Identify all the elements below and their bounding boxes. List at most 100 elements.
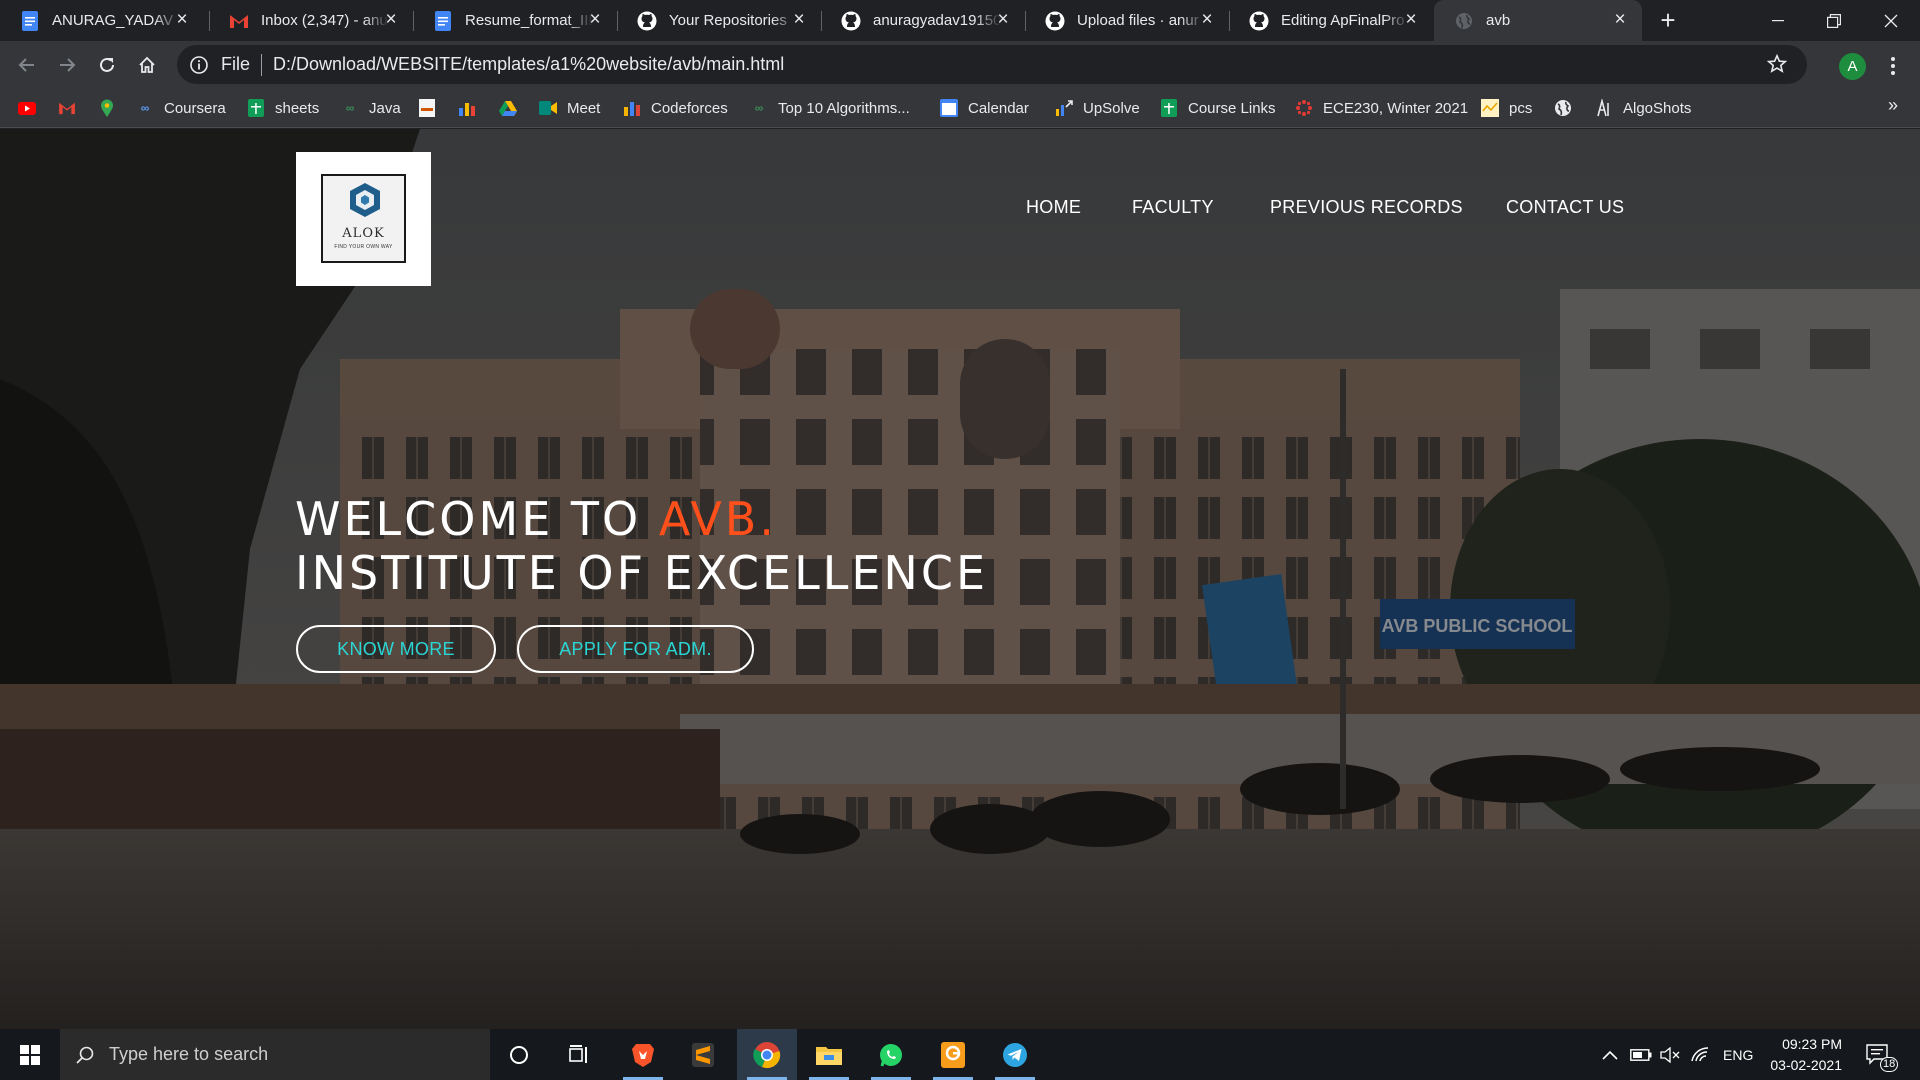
bookmark-top-algorithms[interactable]: ∞ Top 10 Algorithms... [750, 96, 910, 120]
close-icon[interactable]: × [791, 10, 807, 29]
bookmark-coursera[interactable]: ∞ Coursera [136, 96, 226, 120]
bookmark-pcs[interactable]: pcs [1481, 96, 1532, 120]
search-icon [76, 1046, 94, 1064]
pdf-icon[interactable] [923, 1029, 983, 1080]
bookmark-label: Top 10 Algorithms... [778, 99, 910, 117]
windows-start-icon[interactable] [0, 1029, 60, 1080]
tab-title: Your Repositories [669, 12, 787, 29]
bookmark-globe[interactable] [1554, 96, 1582, 120]
bookmark-sheets[interactable]: sheets [247, 96, 319, 120]
bookmark-analytics[interactable] [458, 96, 486, 120]
address-bar[interactable]: File D:/Download/WEBSITE/templates/a1%20… [177, 45, 1807, 84]
bookmark-codeforces[interactable]: Codeforces [623, 96, 728, 120]
home-button[interactable] [132, 50, 162, 80]
link-icon: ∞ [345, 101, 355, 115]
file-explorer-icon[interactable] [799, 1029, 859, 1080]
github-icon [1249, 11, 1269, 31]
bookmark-meet[interactable]: Meet [539, 96, 600, 120]
upsolve-icon [1055, 99, 1073, 117]
nav-home[interactable]: HOME [1026, 197, 1081, 221]
wifi-icon[interactable] [1690, 1029, 1710, 1080]
bookmark-label: UpSolve [1083, 99, 1140, 117]
tab-title: avb [1486, 12, 1511, 29]
close-icon[interactable]: × [587, 10, 603, 29]
bookmark-course-links[interactable]: Course Links [1160, 96, 1276, 120]
tab-8-active[interactable]: avb × [1434, 0, 1642, 41]
tab-2[interactable]: Inbox (2,347) - anu × [209, 0, 413, 41]
whatsapp-icon[interactable] [861, 1029, 921, 1080]
dots-icon [1295, 99, 1313, 117]
volume-muted-icon[interactable] [1660, 1029, 1680, 1080]
battery-icon[interactable] [1630, 1029, 1652, 1080]
globe-icon [1554, 99, 1572, 117]
more-menu-icon[interactable] [1883, 51, 1903, 81]
system-clock[interactable]: 09:23 PM 03-02-2021 [1752, 1034, 1842, 1076]
know-more-button[interactable]: KNOW MORE [296, 625, 496, 673]
close-icon[interactable]: × [174, 10, 190, 29]
gmail-icon [229, 11, 249, 31]
taskbar-search-input[interactable]: Type here to search [60, 1029, 490, 1080]
bookmark-label: Codeforces [651, 99, 728, 117]
tab-5[interactable]: anuragyadav19150 × [821, 0, 1025, 41]
telegram-icon[interactable] [985, 1029, 1045, 1080]
task-view-icon[interactable] [549, 1029, 609, 1080]
back-button[interactable] [12, 50, 42, 80]
notifications-icon[interactable]: 18 [1866, 1029, 1899, 1080]
bookmark-java[interactable]: ∞ Java [341, 96, 401, 120]
tab-1[interactable]: ANURAG_YADAV - × [0, 0, 204, 41]
new-tab-button[interactable]: + [1655, 7, 1681, 34]
tab-7[interactable]: Editing ApFinalPro × [1229, 0, 1433, 41]
bookmark-gmail[interactable] [58, 96, 86, 120]
window-close-button[interactable] [1863, 0, 1919, 41]
tab-title: anuragyadav19150 [873, 12, 1001, 29]
site-logo[interactable]: ALOK FIND YOUR OWN WAY [296, 152, 431, 286]
nav-contact-us[interactable]: CONTACT US [1506, 197, 1624, 221]
bookmark-label: AlgoShots [1623, 99, 1692, 117]
reload-button[interactable] [92, 50, 122, 80]
logo-word: ALOK [342, 226, 385, 241]
close-icon[interactable]: × [1199, 10, 1215, 29]
close-icon[interactable]: × [383, 10, 399, 29]
sublime-icon[interactable] [673, 1029, 733, 1080]
scheme-label: File [221, 54, 251, 74]
close-icon[interactable]: × [995, 10, 1011, 29]
tab-4[interactable]: Your Repositories × [617, 0, 821, 41]
avatar[interactable]: A [1839, 53, 1866, 80]
page-viewport: AVB PUBLIC SCHOOL ALOK FIND YOUR OWN WAY… [0, 129, 1920, 1029]
apply-for-admission-button[interactable]: APPLY FOR ADM. [517, 625, 754, 673]
github-icon [637, 11, 657, 31]
bookmark-maps[interactable] [98, 96, 126, 120]
language-indicator[interactable]: ENG [1723, 1029, 1753, 1080]
bookmark-ece230[interactable]: ECE230, Winter 2021 [1295, 96, 1468, 120]
tab-3[interactable]: Resume_format_III × [413, 0, 617, 41]
bookmark-algoshots[interactable]: AlgoShots [1595, 96, 1691, 120]
minimize-button[interactable] [1750, 0, 1806, 41]
bookmark-label: Coursera [164, 99, 226, 117]
bookmark-youtube[interactable] [18, 96, 46, 120]
cortana-icon[interactable] [489, 1029, 549, 1080]
tab-title: ANURAG_YADAV - [52, 12, 180, 29]
tab-6[interactable]: Upload files · anur × [1025, 0, 1229, 41]
url-text[interactable]: D:/Download/WEBSITE/templates/a1%20websi… [273, 54, 784, 75]
show-hidden-icons-button[interactable] [1602, 1029, 1618, 1080]
nav-faculty[interactable]: FACULTY [1132, 197, 1214, 221]
bookmark-calendar[interactable]: Calendar [940, 96, 1029, 120]
nav-previous-records[interactable]: PREVIOUS RECORDS [1270, 197, 1463, 221]
docs-icon [433, 10, 453, 31]
star-icon[interactable] [1767, 54, 1787, 74]
close-icon[interactable]: × [1403, 10, 1419, 29]
info-icon[interactable] [189, 55, 209, 75]
bookmark-upsolve[interactable]: UpSolve [1055, 96, 1140, 120]
bookmark-label: Calendar [968, 99, 1029, 117]
docs-icon [20, 10, 40, 31]
forward-button[interactable] [52, 50, 82, 80]
close-icon[interactable]: × [1612, 10, 1628, 29]
algoshots-icon [1595, 99, 1613, 117]
brave-icon[interactable] [613, 1029, 673, 1080]
bookmark-packt[interactable] [418, 96, 446, 120]
chrome-icon[interactable] [737, 1029, 797, 1080]
bookmarks-overflow-button[interactable]: » [1888, 95, 1898, 116]
restore-button[interactable] [1806, 0, 1862, 41]
gmail-icon [58, 99, 76, 117]
bookmark-drive[interactable] [499, 96, 527, 120]
